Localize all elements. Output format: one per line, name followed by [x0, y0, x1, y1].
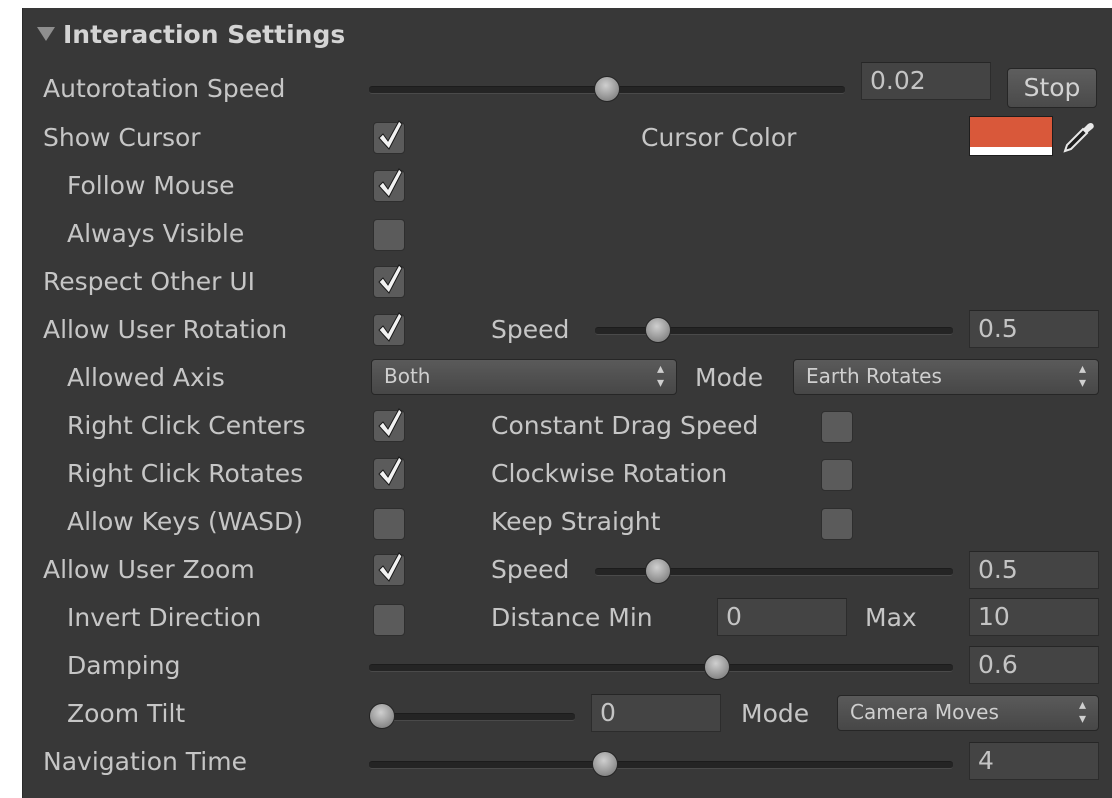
- rotation-speed-label: Speed: [491, 315, 570, 344]
- allow-keys-checkbox[interactable]: [373, 508, 405, 540]
- right-click-rotates-checkbox[interactable]: [373, 456, 405, 490]
- checkmark-icon: [378, 264, 403, 294]
- allow-user-zoom-checkbox[interactable]: [373, 552, 405, 586]
- distance-max-input[interactable]: 10: [969, 598, 1099, 636]
- checkmark-icon: [378, 552, 403, 582]
- always-visible-label: Always Visible: [67, 219, 245, 248]
- respect-other-ui-checkbox[interactable]: [373, 264, 405, 298]
- zoom-speed-label: Speed: [491, 555, 570, 584]
- allow-user-rotation-checkbox[interactable]: [373, 312, 405, 346]
- interaction-settings-panel: Interaction Settings Autorotation Speed …: [22, 8, 1112, 798]
- distance-min-input[interactable]: 0: [717, 598, 847, 636]
- zoom-mode-dropdown[interactable]: Camera Moves ▴ ▾: [837, 695, 1099, 731]
- zoom-tilt-label: Zoom Tilt: [67, 699, 186, 728]
- damping-label: Damping: [67, 651, 181, 680]
- cursor-color-label: Cursor Color: [641, 123, 797, 152]
- zoom-speed-slider-thumb[interactable]: [644, 558, 671, 584]
- damping-input[interactable]: 0.6: [969, 646, 1099, 684]
- navigation-time-slider[interactable]: [369, 751, 953, 777]
- checkmark-icon: [378, 120, 403, 150]
- dropdown-arrows-icon: ▴ ▾: [656, 361, 664, 391]
- navigation-time-slider-thumb[interactable]: [592, 751, 619, 777]
- checkmark-icon: [378, 168, 403, 198]
- follow-mouse-checkbox[interactable]: [373, 168, 405, 202]
- show-cursor-label: Show Cursor: [43, 123, 201, 152]
- zoom-tilt-slider[interactable]: [369, 703, 575, 729]
- damping-slider[interactable]: [369, 654, 953, 680]
- allow-user-zoom-label: Allow User Zoom: [43, 555, 255, 584]
- rotation-mode-dropdown[interactable]: Earth Rotates ▴ ▾: [793, 359, 1099, 395]
- foldout-triangle-icon[interactable]: [37, 27, 55, 41]
- rotation-speed-input[interactable]: 0.5: [969, 310, 1099, 348]
- keep-straight-label: Keep Straight: [491, 507, 661, 536]
- rotation-speed-slider-thumb[interactable]: [644, 317, 671, 343]
- constant-drag-speed-checkbox[interactable]: [821, 411, 853, 443]
- zoom-mode-value: Camera Moves: [850, 700, 999, 724]
- rotation-mode-label: Mode: [695, 363, 764, 392]
- checkmark-icon: [378, 456, 403, 486]
- checkmark-icon: [378, 408, 403, 438]
- zoom-speed-input[interactable]: 0.5: [969, 551, 1099, 589]
- autorotation-speed-label: Autorotation Speed: [43, 74, 286, 103]
- allow-user-rotation-label: Allow User Rotation: [43, 315, 288, 344]
- section-title: Interaction Settings: [63, 20, 346, 49]
- section-header[interactable]: Interaction Settings: [37, 20, 345, 50]
- dropdown-arrows-icon: ▴ ▾: [1078, 697, 1086, 727]
- autorotation-speed-input[interactable]: 0.02: [861, 62, 991, 100]
- autorotation-speed-slider-thumb[interactable]: [594, 76, 620, 102]
- zoom-speed-slider[interactable]: [595, 558, 953, 584]
- invert-direction-checkbox[interactable]: [373, 604, 405, 636]
- cursor-color-fill: [970, 117, 1052, 147]
- damping-slider-thumb[interactable]: [703, 654, 730, 680]
- zoom-tilt-input[interactable]: 0: [591, 694, 721, 732]
- stop-button[interactable]: Stop: [1007, 68, 1097, 108]
- keep-straight-checkbox[interactable]: [821, 508, 853, 540]
- respect-other-ui-label: Respect Other UI: [43, 267, 255, 296]
- checkmark-icon: [378, 312, 403, 342]
- navigation-time-input[interactable]: 4: [969, 742, 1099, 780]
- distance-max-label: Max: [865, 603, 917, 632]
- dropdown-arrows-icon: ▴ ▾: [1078, 361, 1086, 391]
- right-click-centers-label: Right Click Centers: [67, 411, 306, 440]
- cursor-color-swatch[interactable]: [969, 116, 1053, 156]
- clockwise-rotation-label: Clockwise Rotation: [491, 459, 728, 488]
- allow-keys-label: Allow Keys (WASD): [67, 507, 304, 536]
- eyedropper-icon[interactable]: [1059, 118, 1097, 156]
- zoom-mode-label: Mode: [741, 699, 810, 728]
- show-cursor-checkbox[interactable]: [373, 120, 405, 154]
- zoom-tilt-slider-thumb[interactable]: [369, 703, 395, 729]
- allowed-axis-label: Allowed Axis: [67, 363, 225, 392]
- constant-drag-speed-label: Constant Drag Speed: [491, 411, 759, 440]
- autorotation-speed-slider[interactable]: [369, 76, 845, 102]
- allowed-axis-dropdown[interactable]: Both ▴ ▾: [371, 359, 677, 395]
- right-click-centers-checkbox[interactable]: [373, 408, 405, 442]
- invert-direction-label: Invert Direction: [67, 603, 262, 632]
- right-click-rotates-label: Right Click Rotates: [67, 459, 304, 488]
- allowed-axis-value: Both: [384, 364, 431, 388]
- navigation-time-label: Navigation Time: [43, 747, 247, 776]
- always-visible-checkbox[interactable]: [373, 219, 405, 251]
- rotation-mode-value: Earth Rotates: [806, 364, 942, 388]
- follow-mouse-label: Follow Mouse: [67, 171, 235, 200]
- distance-min-label: Distance Min: [491, 603, 653, 632]
- rotation-speed-slider[interactable]: [595, 317, 953, 343]
- clockwise-rotation-checkbox[interactable]: [821, 459, 853, 491]
